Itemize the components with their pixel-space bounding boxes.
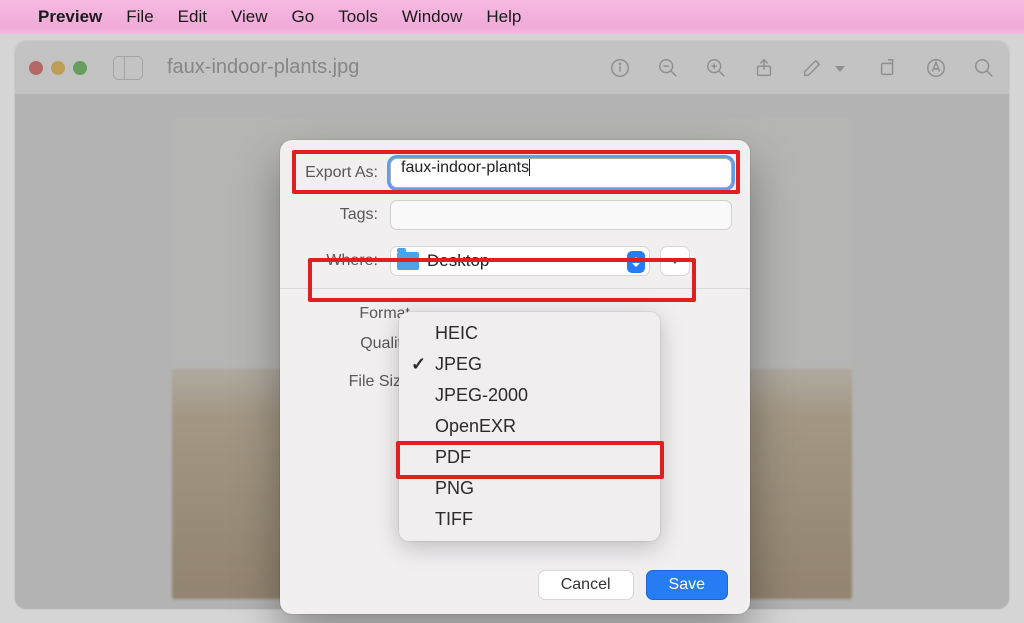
cancel-button[interactable]: Cancel: [538, 570, 634, 600]
expand-location-button[interactable]: [660, 246, 690, 276]
info-icon[interactable]: [609, 57, 631, 79]
zoom-out-icon[interactable]: [657, 57, 679, 79]
format-option-png[interactable]: PNG: [399, 473, 660, 504]
close-window-button[interactable]: [29, 61, 43, 75]
window-toolbar: faux-indoor-plants.jpg: [15, 41, 1009, 95]
menu-go[interactable]: Go: [292, 7, 315, 27]
format-option-pdf[interactable]: PDF: [399, 442, 660, 473]
where-value: Desktop: [427, 251, 489, 271]
format-option-jpeg[interactable]: JPEG: [399, 349, 660, 380]
markup-icon[interactable]: [801, 57, 823, 79]
mac-menu-bar: Preview File Edit View Go Tools Window H…: [0, 0, 1024, 34]
format-dropdown: HEIC JPEG JPEG-2000 OpenEXR PDF PNG TIFF: [399, 312, 660, 541]
where-label: Where:: [318, 252, 378, 270]
search-icon[interactable]: [973, 57, 995, 79]
chevron-down-icon: [670, 258, 680, 264]
export-as-input[interactable]: faux-indoor-plants: [390, 158, 732, 188]
menu-help[interactable]: Help: [486, 7, 521, 27]
export-as-label: Export As:: [298, 164, 378, 182]
document-title: faux-indoor-plants.jpg: [161, 56, 591, 79]
highlight-icon[interactable]: [925, 57, 947, 79]
sidebar-toggle-button[interactable]: [113, 56, 143, 80]
format-option-tiff[interactable]: TIFF: [399, 504, 660, 535]
share-icon[interactable]: [753, 57, 775, 79]
app-menu[interactable]: Preview: [38, 7, 102, 27]
window-traffic-lights: [29, 61, 87, 75]
format-option-jpeg2000[interactable]: JPEG-2000: [399, 380, 660, 411]
rotate-icon[interactable]: [877, 57, 899, 79]
tags-input[interactable]: [390, 200, 732, 230]
menu-view[interactable]: View: [231, 7, 268, 27]
divider: [280, 288, 750, 289]
menu-window[interactable]: Window: [402, 7, 462, 27]
zoom-in-icon[interactable]: [705, 57, 727, 79]
menu-file[interactable]: File: [126, 7, 153, 27]
menu-edit[interactable]: Edit: [178, 7, 207, 27]
dialog-buttons: Cancel Save: [538, 570, 728, 600]
format-option-openexr[interactable]: OpenEXR: [399, 411, 660, 442]
where-select[interactable]: Desktop: [390, 246, 650, 276]
minimize-window-button[interactable]: [51, 61, 65, 75]
save-button[interactable]: Save: [646, 570, 728, 600]
markup-chevron-icon[interactable]: [829, 57, 851, 79]
zoom-window-button[interactable]: [73, 61, 87, 75]
menu-tools[interactable]: Tools: [338, 7, 378, 27]
stepper-arrows-icon: [627, 251, 645, 273]
folder-icon: [397, 252, 419, 270]
tags-label: Tags:: [298, 206, 378, 224]
format-option-heic[interactable]: HEIC: [399, 318, 660, 349]
